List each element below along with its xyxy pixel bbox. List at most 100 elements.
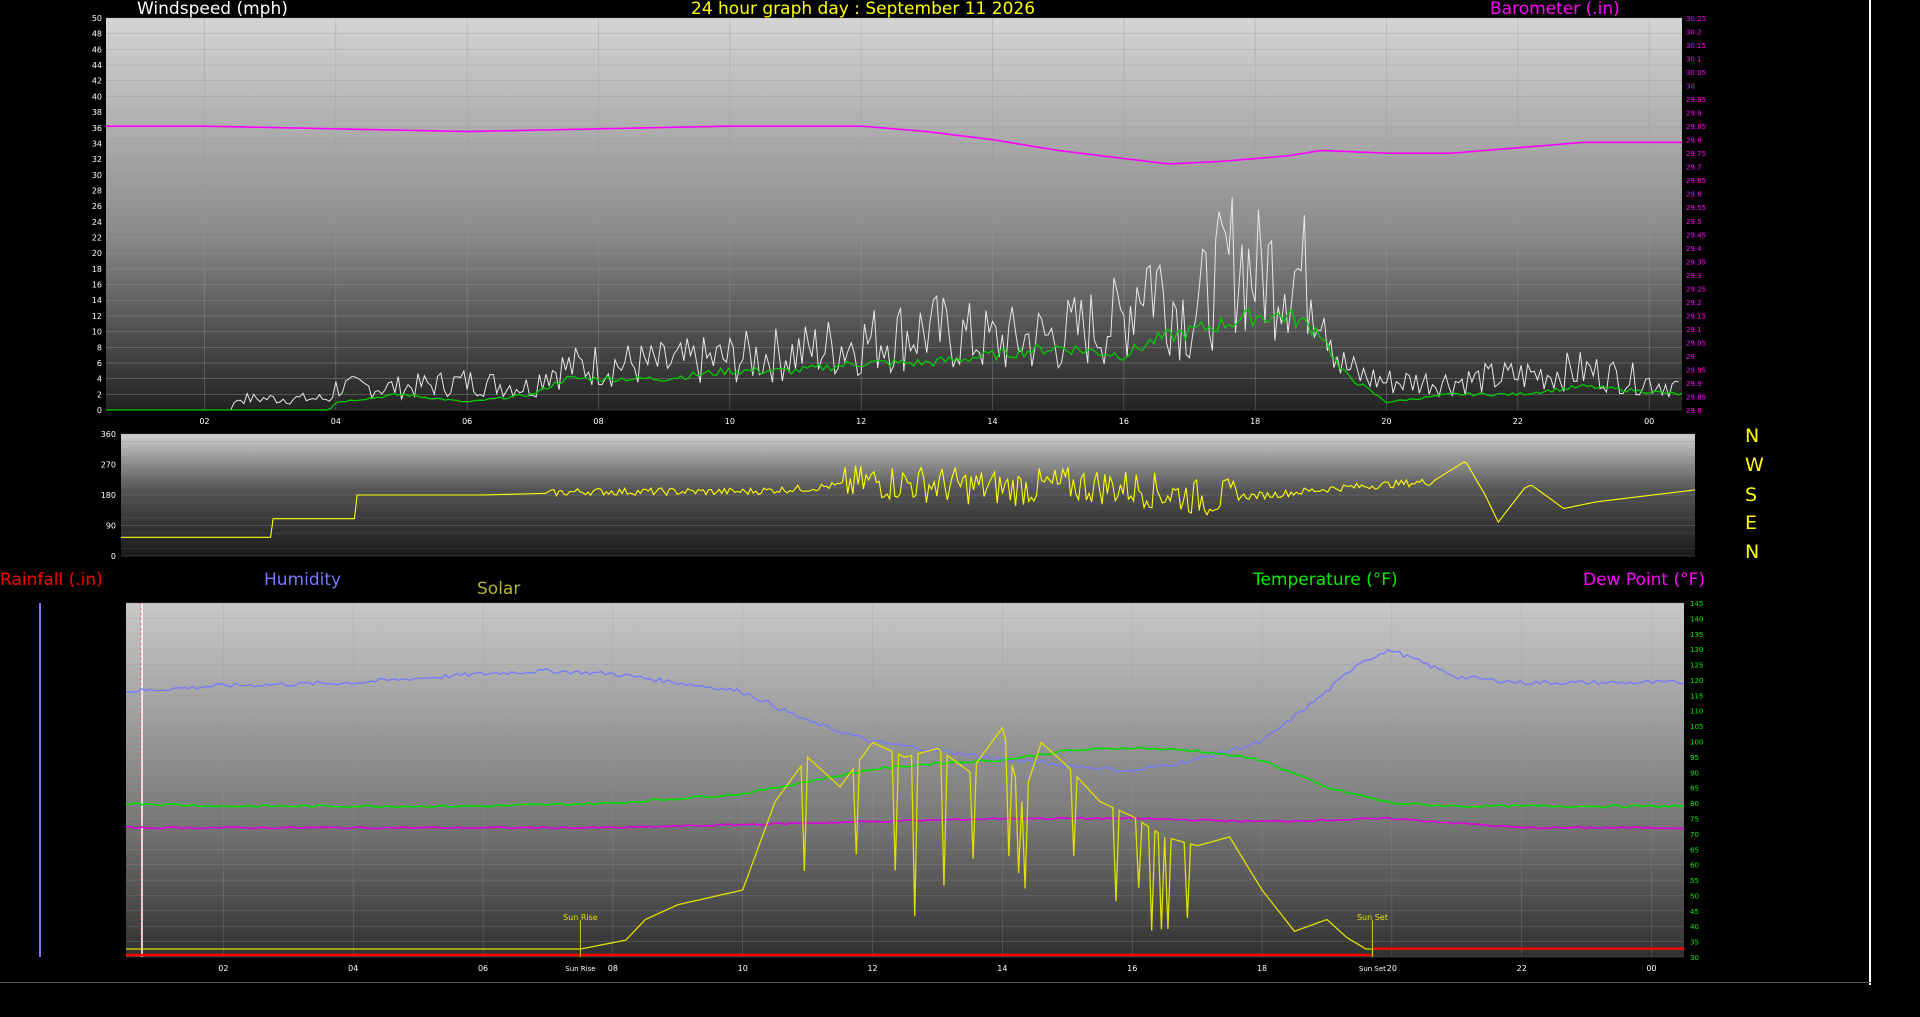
x-tick-label: 02: [218, 964, 228, 973]
x-tick-label: 12: [867, 964, 877, 973]
temperature-tick-label: 45: [1690, 908, 1699, 916]
temperature-tick-label: 65: [1690, 846, 1699, 854]
sunrise-label-axis: Sun Rise: [565, 965, 595, 973]
barometer-tick-label: 29.35: [1686, 258, 1706, 266]
barometer-tick-label: 29.95: [1686, 96, 1706, 104]
barometer-tick-label: 30.25: [1686, 15, 1706, 23]
plot-area-climate: [126, 603, 1684, 957]
sunrise-label-top: Sun Rise: [563, 913, 598, 922]
temperature-tick-label: 30: [1690, 954, 1699, 962]
temperature-tick-label: 40: [1690, 923, 1699, 931]
x-tick-label: 12: [856, 417, 866, 426]
barometer-tick-label: 30: [1686, 83, 1695, 91]
temperature-tick-label: 130: [1690, 646, 1703, 654]
wind-tick-label: 42: [92, 77, 102, 86]
wind-tick-label: 46: [92, 45, 102, 54]
wind-tick-label: 20: [92, 249, 102, 258]
temperature-tick-label: 35: [1690, 939, 1699, 947]
barometer-tick-label: 30.15: [1686, 42, 1706, 50]
x-tick-label: 08: [593, 417, 603, 426]
temperature-tick-label: 85: [1690, 785, 1699, 793]
wind-tick-label: 16: [92, 281, 102, 290]
temperature-tick-label: 95: [1690, 754, 1699, 762]
barometer-tick-label: 30.2: [1686, 29, 1702, 37]
barometer-tick-label: 29.2: [1686, 299, 1702, 307]
wind-direction-panel: 0 90 180 270 360: [101, 430, 1696, 561]
barometer-tick-label: 29.6: [1686, 191, 1702, 199]
wind-tick-label: 28: [92, 186, 102, 195]
barometer-tick-label: 29.8: [1686, 407, 1702, 415]
temperature-tick-label: 105: [1690, 723, 1703, 731]
barometer-tick-label: 29.75: [1686, 150, 1706, 158]
sunset-label-axis: Sun Set: [1359, 965, 1386, 973]
x-tick-label: 16: [1127, 964, 1137, 973]
temperature-tick-label: 70: [1690, 831, 1699, 839]
barometer-tick-label: 29.15: [1686, 312, 1706, 320]
x-tick-label: 02: [199, 417, 209, 426]
barometer-tick-label: 29.7: [1686, 164, 1702, 172]
wind-tick-label: 26: [92, 202, 102, 211]
direction-tick-label: 0: [111, 552, 116, 561]
climate-panel: 30 35 40 45 50 55 60 65 70 75 80 85 90 95 100 105 110 115…: [39, 600, 1703, 973]
x-tick-label: 08: [608, 964, 618, 973]
temperature-tick-label: 75: [1690, 815, 1699, 823]
x-tick-label: 22: [1513, 417, 1523, 426]
barometer-tick-label: 29.85: [1686, 123, 1706, 131]
barometer-tick-label: 29.05: [1686, 339, 1706, 347]
barometer-tick-label: 30.05: [1686, 69, 1706, 77]
wind-barometer-panel: 0246810121416182022242628303234363840424…: [92, 14, 1706, 426]
barometer-tick-label: 29.4: [1686, 245, 1702, 253]
x-tick-label: 06: [462, 417, 472, 426]
barometer-tick-label: 29.8: [1686, 137, 1702, 145]
barometer-tick-label: 29.9: [1686, 110, 1702, 118]
barometer-tick-label: 29: [1686, 353, 1695, 361]
wind-tick-label: 30: [92, 171, 102, 180]
temperature-tick-label: 135: [1690, 631, 1703, 639]
barometer-tick-label: 29.55: [1686, 204, 1706, 212]
temperature-tick-label: 60: [1690, 862, 1699, 870]
charts-svg: 0246810121416182022242628303234363840424…: [39, 14, 1706, 973]
x-tick-label: 06: [478, 964, 488, 973]
x-tick-label: 16: [1119, 417, 1129, 426]
wind-tick-label: 6: [97, 359, 102, 368]
wind-tick-label: 14: [92, 296, 102, 305]
temperature-tick-label: 50: [1690, 892, 1699, 900]
wind-tick-label: 32: [92, 155, 102, 164]
barometer-tick-label: 29.85: [1686, 393, 1706, 401]
direction-tick-label: 270: [101, 461, 116, 470]
x-tick-label: 20: [1387, 964, 1397, 973]
wind-tick-label: 8: [97, 343, 102, 352]
wind-tick-label: 44: [92, 61, 102, 70]
temperature-tick-label: 120: [1690, 677, 1703, 685]
wind-tick-label: 18: [92, 265, 102, 274]
sunset-label-top: Sun Set: [1357, 913, 1388, 922]
temperature-tick-label: 110: [1690, 708, 1703, 716]
temperature-tick-label: 145: [1690, 600, 1703, 608]
wind-tick-label: 0: [97, 406, 102, 415]
wind-tick-label: 10: [92, 328, 102, 337]
barometer-tick-label: 29.45: [1686, 231, 1706, 239]
wind-tick-label: 36: [92, 124, 102, 133]
temperature-tick-label: 55: [1690, 877, 1699, 885]
x-tick-label: 14: [987, 417, 997, 426]
wind-tick-label: 40: [92, 92, 102, 101]
x-tick-label: 14: [997, 964, 1007, 973]
wind-tick-label: 4: [97, 375, 102, 384]
temperature-tick-label: 115: [1690, 692, 1703, 700]
wind-tick-label: 50: [92, 14, 102, 23]
barometer-tick-label: 29.65: [1686, 177, 1706, 185]
temperature-tick-label: 125: [1690, 662, 1703, 670]
wind-tick-label: 12: [92, 312, 102, 321]
x-tick-label: 04: [348, 964, 358, 973]
barometer-tick-label: 29.25: [1686, 285, 1706, 293]
x-tick-label: 04: [331, 417, 341, 426]
direction-tick-label: 180: [101, 491, 116, 500]
direction-tick-label: 360: [101, 430, 116, 439]
x-tick-label: 18: [1257, 964, 1267, 973]
barometer-tick-label: 29.9: [1686, 380, 1702, 388]
temperature-tick-label: 140: [1690, 615, 1703, 623]
barometer-tick-label: 29.95: [1686, 366, 1706, 374]
barometer-tick-label: 29.3: [1686, 272, 1702, 280]
temperature-tick-label: 80: [1690, 800, 1699, 808]
x-tick-label: 22: [1517, 964, 1527, 973]
